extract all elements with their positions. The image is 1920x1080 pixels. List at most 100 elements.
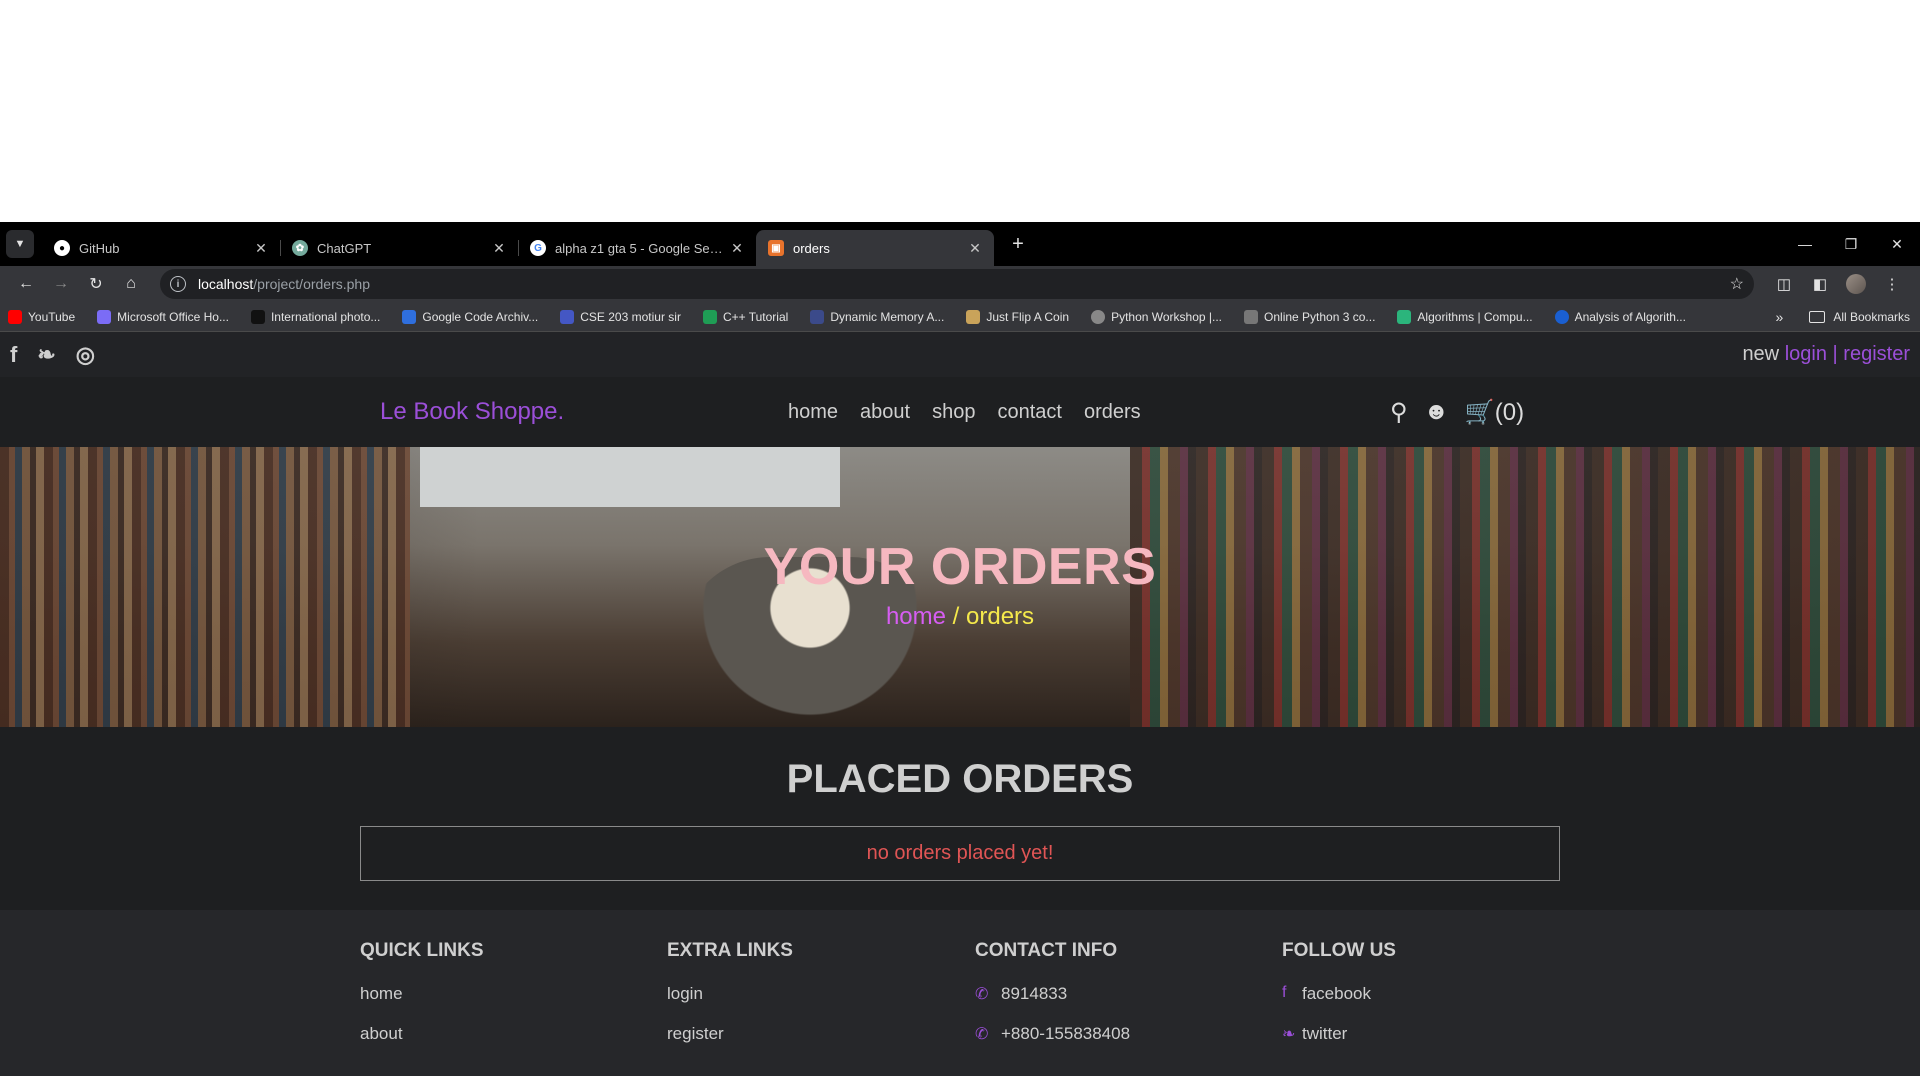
footer-link-login[interactable]: login bbox=[667, 984, 793, 1024]
breadcrumb: home / orders bbox=[0, 603, 1920, 631]
bookmark-item[interactable]: CSE 203 motiur sir bbox=[560, 309, 681, 324]
footer-link-home[interactable]: home bbox=[360, 984, 484, 1024]
nav-orders[interactable]: orders bbox=[1084, 401, 1141, 424]
office-icon bbox=[97, 309, 112, 324]
follow-facebook[interactable]: f facebook bbox=[1282, 984, 1396, 1024]
bookmark-item[interactable]: C++ Tutorial bbox=[702, 309, 788, 324]
bookmark-item[interactable]: International photo... bbox=[250, 309, 380, 324]
bookmark-label: Online Python 3 co... bbox=[1264, 309, 1376, 324]
side-panel-icon[interactable]: ◧ bbox=[1802, 268, 1838, 300]
nav-home[interactable]: home bbox=[788, 401, 838, 424]
classroom-icon bbox=[560, 309, 575, 324]
url-host: localhost bbox=[198, 276, 254, 292]
home-icon[interactable]: ⌂ bbox=[115, 268, 147, 300]
bookmark-item[interactable]: Analysis of Algorith... bbox=[1554, 309, 1686, 324]
youtube-icon bbox=[8, 309, 22, 324]
cart-icon: 🛒 bbox=[1464, 398, 1495, 426]
bookmark-item[interactable]: Google Code Archiv... bbox=[402, 309, 539, 324]
footer-follow-us: FOLLOW US f facebook ❧ twitter bbox=[1282, 940, 1396, 1064]
breadcrumb-home[interactable]: home bbox=[886, 603, 946, 630]
new-tab-button[interactable]: + bbox=[1004, 230, 1032, 258]
bookmark-label: CSE 203 motiur sir bbox=[580, 309, 681, 324]
tab-chatgpt[interactable]: ✿ ChatGPT ✕ bbox=[280, 230, 519, 266]
profile-avatar[interactable] bbox=[1846, 274, 1866, 294]
user-icon[interactable]: ☻ bbox=[1424, 398, 1449, 426]
address-bar[interactable]: i localhost/project/orders.php ☆ bbox=[160, 269, 1754, 299]
bookmark-item[interactable]: Algorithms | Compu... bbox=[1397, 309, 1533, 324]
auth-links: new login | register bbox=[1742, 343, 1910, 366]
hero-banner: YOUR ORDERS home / orders bbox=[0, 447, 1920, 727]
algorithms-icon bbox=[1397, 309, 1412, 324]
bookmark-label: Microsoft Office Ho... bbox=[117, 309, 229, 324]
footer: QUICK LINKS home about EXTRA LINKS login… bbox=[0, 910, 1920, 1076]
tab-google-search[interactable]: G alpha z1 gta 5 - Google Search ✕ bbox=[518, 230, 756, 266]
globe-icon bbox=[1091, 309, 1106, 324]
facebook-icon[interactable]: f bbox=[10, 342, 17, 368]
auth-separator: | bbox=[1832, 343, 1838, 365]
close-icon[interactable]: ✕ bbox=[728, 240, 746, 257]
bookmark-item[interactable]: Dynamic Memory A... bbox=[810, 309, 944, 324]
google-icon: G bbox=[530, 240, 546, 256]
follow-twitter[interactable]: ❧ twitter bbox=[1282, 1024, 1396, 1064]
bookmark-label: Algorithms | Compu... bbox=[1417, 309, 1533, 324]
close-window-icon[interactable]: ✕ bbox=[1874, 222, 1920, 266]
tab-search-button[interactable]: ▼ bbox=[6, 230, 34, 258]
menu-icon[interactable]: ⋮ bbox=[1874, 268, 1910, 300]
site-info-icon[interactable]: i bbox=[170, 276, 186, 292]
back-icon[interactable]: ← bbox=[10, 268, 42, 300]
bookmark-item[interactable]: Microsoft Office Ho... bbox=[97, 309, 229, 324]
bookmark-item[interactable]: Python Workshop |... bbox=[1091, 309, 1222, 324]
cart-link[interactable]: 🛒(0) bbox=[1465, 398, 1524, 427]
twitter-icon: ❧ bbox=[1282, 1026, 1296, 1043]
site-icon: ▣ bbox=[768, 240, 784, 256]
twitter-icon[interactable]: ❧ bbox=[37, 342, 55, 368]
bookmark-item[interactable]: Just Flip A Coin bbox=[966, 309, 1070, 324]
close-icon[interactable]: ✕ bbox=[252, 240, 270, 257]
login-link[interactable]: login bbox=[1785, 343, 1827, 365]
footer-heading: QUICK LINKS bbox=[360, 940, 484, 961]
minimize-icon[interactable]: — bbox=[1782, 222, 1828, 266]
bookmark-star-icon[interactable]: ☆ bbox=[1730, 274, 1744, 294]
bookmark-item[interactable]: Online Python 3 co... bbox=[1244, 309, 1376, 324]
footer-heading: EXTRA LINKS bbox=[667, 940, 793, 961]
nav-shop[interactable]: shop bbox=[932, 401, 975, 424]
all-bookmarks-button[interactable]: All Bookmarks bbox=[1833, 310, 1910, 324]
contact-phone[interactable]: ✆ 8914833 bbox=[975, 984, 1130, 1024]
forward-icon[interactable]: → bbox=[45, 268, 77, 300]
photo-icon bbox=[250, 309, 265, 324]
placed-orders-section: PLACED ORDERS no orders placed yet! bbox=[0, 727, 1920, 910]
window-controls: — ❐ ✕ bbox=[1782, 222, 1920, 266]
footer-extra-links: EXTRA LINKS login register bbox=[667, 940, 793, 1064]
reload-icon[interactable]: ↻ bbox=[80, 268, 112, 300]
bookmark-label: Just Flip A Coin bbox=[986, 309, 1070, 324]
tab-title: ChatGPT bbox=[317, 240, 372, 256]
breadcrumb-separator: / bbox=[946, 603, 967, 630]
footer-link-register[interactable]: register bbox=[667, 1024, 793, 1064]
extensions-icon[interactable]: ◫ bbox=[1766, 268, 1802, 300]
site-logo[interactable]: Le Book Shoppe. bbox=[380, 398, 564, 426]
tab-github[interactable]: ● GitHub ✕ bbox=[42, 230, 281, 266]
search-icon[interactable]: ⚲ bbox=[1390, 398, 1408, 427]
nav-about[interactable]: about bbox=[860, 401, 910, 424]
instagram-icon[interactable]: ◎ bbox=[76, 342, 95, 368]
footer-link-about[interactable]: about bbox=[360, 1024, 484, 1064]
nav-contact[interactable]: contact bbox=[997, 401, 1061, 424]
phone-number: 8914833 bbox=[1001, 984, 1068, 1003]
bookmark-item[interactable]: YouTube bbox=[8, 309, 75, 324]
contact-phone[interactable]: ✆ +880-155838408 bbox=[975, 1024, 1130, 1064]
web-page: f ❧ ◎ new login | register Le Book Shopp… bbox=[0, 332, 1920, 1076]
close-icon[interactable]: ✕ bbox=[490, 240, 508, 257]
url-path: /project/orders.php bbox=[253, 276, 370, 292]
chevron-right-icon[interactable]: » bbox=[1776, 309, 1784, 325]
tab-orders[interactable]: ▣ orders ✕ bbox=[756, 230, 994, 266]
close-icon[interactable]: ✕ bbox=[966, 240, 984, 257]
footer-heading: FOLLOW US bbox=[1282, 940, 1396, 961]
restore-icon[interactable]: ❐ bbox=[1828, 222, 1874, 266]
w3-icon bbox=[702, 309, 717, 324]
breadcrumb-current: orders bbox=[966, 603, 1035, 630]
register-link[interactable]: register bbox=[1843, 343, 1910, 365]
footer-quick-links: QUICK LINKS home about bbox=[360, 940, 484, 1064]
bookmark-label: Google Code Archiv... bbox=[422, 309, 539, 324]
header-icons: ⚲ ☻ 🛒(0) bbox=[1390, 398, 1524, 427]
browser-tabstrip: ▼ ● GitHub ✕ ✿ ChatGPT ✕ G alpha z1 gta … bbox=[0, 222, 1920, 266]
